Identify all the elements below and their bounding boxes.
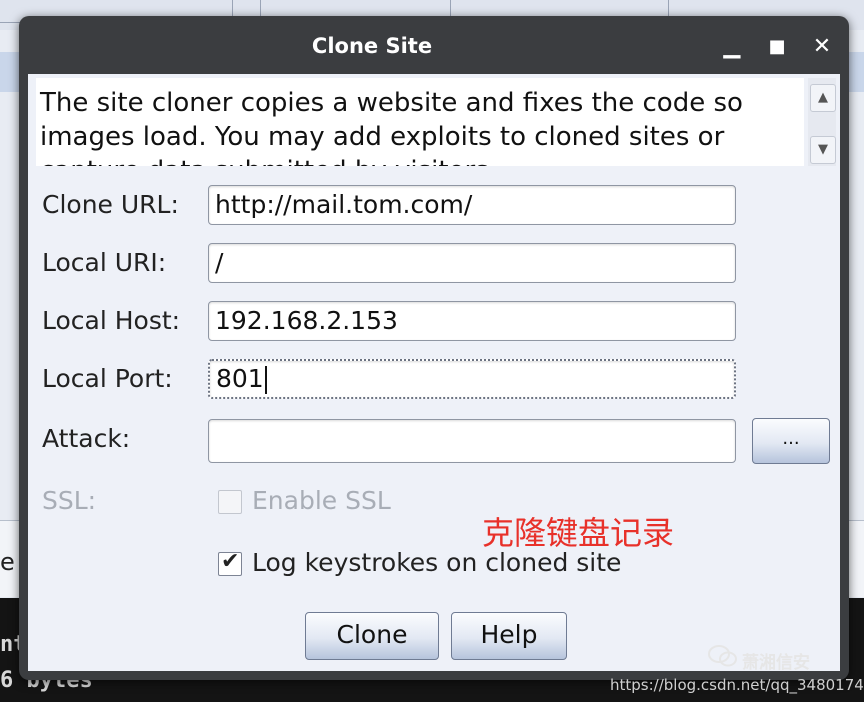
local-uri-value: / xyxy=(215,248,224,277)
local-port-value: 801 xyxy=(216,364,264,393)
watermark-url: https://blog.csdn.net/qq_34801745 xyxy=(610,676,864,694)
log-keystrokes-checkbox[interactable]: ✔ xyxy=(218,549,242,576)
local-host-label: Local Host: xyxy=(42,306,181,335)
checkmark-icon: ✔ xyxy=(221,549,240,574)
description-text: The site cloner copies a website and fix… xyxy=(40,88,743,166)
local-port-label: Local Port: xyxy=(42,364,173,393)
local-host-value: 192.168.2.153 xyxy=(215,306,398,335)
clone-site-dialog: Clone Site ▁ ■ ✕ The site cloner copies … xyxy=(19,16,849,680)
attack-input[interactable] xyxy=(208,419,736,463)
dialog-titlebar[interactable]: Clone Site ▁ ■ ✕ xyxy=(19,16,849,74)
log-keystrokes-label: Log keystrokes on cloned site xyxy=(252,548,622,577)
enable-ssl-label: Enable SSL xyxy=(252,486,391,515)
help-button[interactable]: Help xyxy=(451,612,567,660)
clone-url-label: Clone URL: xyxy=(42,190,179,219)
local-port-input[interactable]: 801 xyxy=(208,359,736,399)
dialog-title: Clone Site xyxy=(311,34,433,58)
attack-label: Attack: xyxy=(42,424,131,453)
local-host-input[interactable]: 192.168.2.153 xyxy=(208,301,736,341)
clone-url-value: http://mail.tom.com/ xyxy=(215,190,473,219)
maximize-icon[interactable]: ■ xyxy=(764,34,790,60)
scroll-down-icon[interactable]: ▼ xyxy=(810,136,836,164)
background-row-text: e xyxy=(0,548,15,576)
wechat-icon xyxy=(708,645,737,667)
clone-button[interactable]: Clone xyxy=(305,612,439,660)
watermark-name: 萧湘信安 xyxy=(742,653,810,673)
description-textarea[interactable]: The site cloner copies a website and fix… xyxy=(36,78,804,166)
text-caret xyxy=(264,366,267,394)
attack-browse-button[interactable]: ... xyxy=(752,418,830,464)
close-icon[interactable]: ✕ xyxy=(809,34,835,60)
local-uri-input[interactable]: / xyxy=(208,243,736,283)
dialog-body: The site cloner copies a website and fix… xyxy=(28,74,840,671)
minimize-icon[interactable]: ▁ xyxy=(719,34,745,60)
description-scrollbar[interactable]: ▲ ▼ xyxy=(808,78,836,166)
scroll-up-icon[interactable]: ▲ xyxy=(810,84,836,112)
local-uri-label: Local URI: xyxy=(42,248,167,277)
ssl-label: SSL: xyxy=(42,486,97,515)
enable-ssl-checkbox[interactable] xyxy=(218,490,242,514)
clone-url-input[interactable]: http://mail.tom.com/ xyxy=(208,185,736,225)
